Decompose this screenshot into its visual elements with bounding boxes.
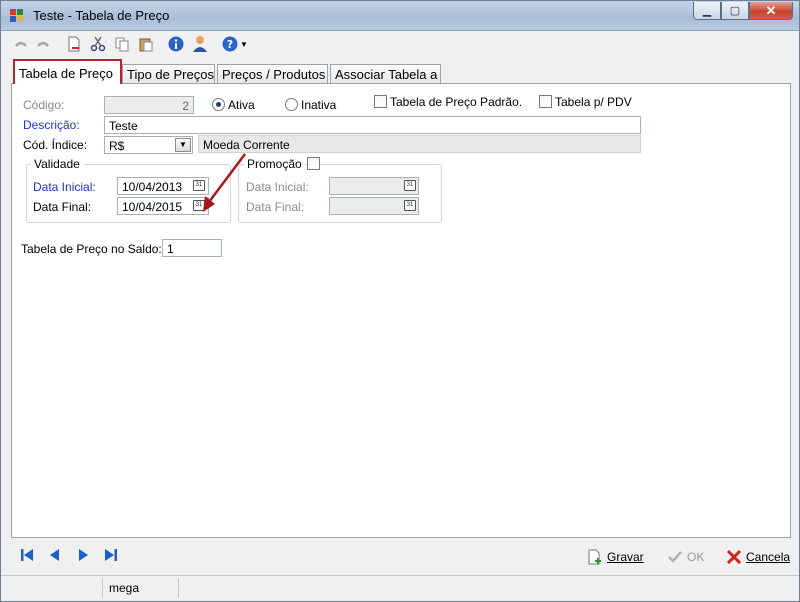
cut-button[interactable]	[89, 35, 107, 53]
descricao-label: Descrição:	[23, 118, 80, 132]
tab-tabela-de-preco[interactable]: Tabela de Preço	[13, 59, 122, 84]
tab-panel: Código: 2 Ativa Inativa Tabela de Preço …	[11, 83, 791, 538]
validade-title: Validade	[31, 157, 83, 171]
bottom-action-bar: Gravar OK Cancela	[9, 542, 793, 570]
svg-text:?: ?	[227, 38, 233, 51]
ativa-radio[interactable]	[212, 98, 225, 111]
codigo-label: Código:	[23, 98, 65, 112]
status-cell-empty	[3, 578, 103, 598]
first-record-button[interactable]	[19, 547, 35, 563]
tab-precos-produtos[interactable]: Preços / Produtos	[217, 64, 328, 84]
indice-dropdown-button[interactable]: ▼	[175, 138, 191, 152]
tab-tipo-de-precos[interactable]: Tipo de Preços	[122, 64, 215, 84]
tabela-pdv-label: Tabela p/ PDV	[555, 95, 632, 109]
inativa-radio[interactable]	[285, 98, 298, 111]
paste-button[interactable]	[137, 35, 155, 53]
maximize-icon: ▢	[729, 5, 741, 17]
gravar-button[interactable]: Gravar	[587, 547, 644, 567]
minimize-icon: ▁	[702, 5, 712, 17]
info-icon	[168, 36, 184, 52]
saldo-input[interactable]: 1	[162, 239, 222, 257]
data-inicial-label: Data Inicial:	[33, 180, 96, 194]
window-title: Teste - Tabela de Preço	[33, 8, 170, 23]
new-button[interactable]	[65, 35, 83, 53]
toolbar: ? ▼	[9, 33, 789, 55]
status-bar: mega	[1, 575, 799, 601]
help-dropdown[interactable]: ▼	[239, 35, 249, 53]
status-user: mega	[105, 578, 179, 598]
user-button[interactable]	[191, 35, 209, 53]
caret-down-icon: ▼	[240, 39, 248, 49]
next-icon	[79, 549, 88, 561]
redo-icon	[38, 41, 49, 47]
ativa-label: Ativa	[228, 98, 255, 112]
maximize-button[interactable]: ▢	[721, 2, 749, 20]
tab-associar-tabela[interactable]: Associar Tabela a	[330, 64, 441, 84]
app-icon	[10, 9, 24, 23]
copy-icon	[115, 37, 129, 52]
undo-button[interactable]	[11, 35, 29, 53]
minimize-button[interactable]: ▁	[693, 2, 721, 20]
redo-button[interactable]	[35, 35, 53, 53]
title-bar: Teste - Tabela de Preço ▁ ▢ ✕	[1, 1, 799, 31]
data-final-value: 10/04/2015	[122, 200, 183, 214]
calendar-icon: 31	[404, 200, 416, 211]
gravar-label: Gravar	[607, 550, 644, 564]
tab-strip: Tabela de Preço Tipo de Preços Preços / …	[11, 59, 791, 84]
last-icon	[105, 549, 117, 561]
saldo-label: Tabela de Preço no Saldo:	[21, 242, 162, 256]
undo-icon	[15, 41, 26, 47]
data-inicial-value: 10/04/2013	[122, 180, 183, 194]
save-icon	[587, 549, 603, 565]
prev-icon	[50, 549, 59, 561]
help-icon: ?	[222, 36, 238, 52]
close-icon: ✕	[765, 2, 777, 18]
help-button[interactable]: ?	[221, 35, 239, 53]
ok-button[interactable]: OK	[667, 547, 704, 567]
caret-down-icon: ▼	[179, 140, 187, 149]
ok-check-icon	[667, 549, 683, 565]
ok-label: OK	[687, 550, 705, 564]
cancel-x-icon	[726, 549, 742, 565]
user-icon	[193, 36, 207, 52]
tabela-padrao-label: Tabela de Preço Padrão.	[390, 95, 523, 109]
tabela-pdv-checkbox[interactable]	[539, 95, 552, 108]
prev-record-button[interactable]	[47, 547, 63, 563]
data-final-label: Data Final:	[33, 200, 92, 214]
descricao-input[interactable]: Teste	[104, 116, 641, 134]
copy-button[interactable]	[113, 35, 131, 53]
cut-icon	[90, 36, 106, 52]
paste-icon	[139, 38, 153, 52]
new-icon	[68, 36, 80, 52]
close-button[interactable]: ✕	[749, 2, 793, 20]
promocao-checkbox[interactable]	[307, 157, 320, 170]
calendar-icon: 31	[404, 180, 416, 191]
last-record-button[interactable]	[103, 547, 119, 563]
main-window: Teste - Tabela de Preço ▁ ▢ ✕ ? ▼ Tabela…	[0, 0, 800, 602]
cancela-button[interactable]: Cancela	[726, 547, 790, 567]
cancela-label: Cancela	[746, 550, 791, 564]
codigo-field: 2	[104, 96, 194, 114]
next-record-button[interactable]	[75, 547, 91, 563]
annotation-arrow	[203, 153, 246, 212]
first-icon	[21, 549, 33, 561]
indice-label: Cód. Índice:	[23, 138, 88, 152]
indice-value: R$	[109, 139, 125, 153]
inativa-label: Inativa	[301, 98, 337, 112]
tabela-padrao-checkbox[interactable]	[374, 95, 387, 108]
info-button[interactable]	[167, 35, 185, 53]
indice-description: Moeda Corrente	[198, 135, 641, 153]
